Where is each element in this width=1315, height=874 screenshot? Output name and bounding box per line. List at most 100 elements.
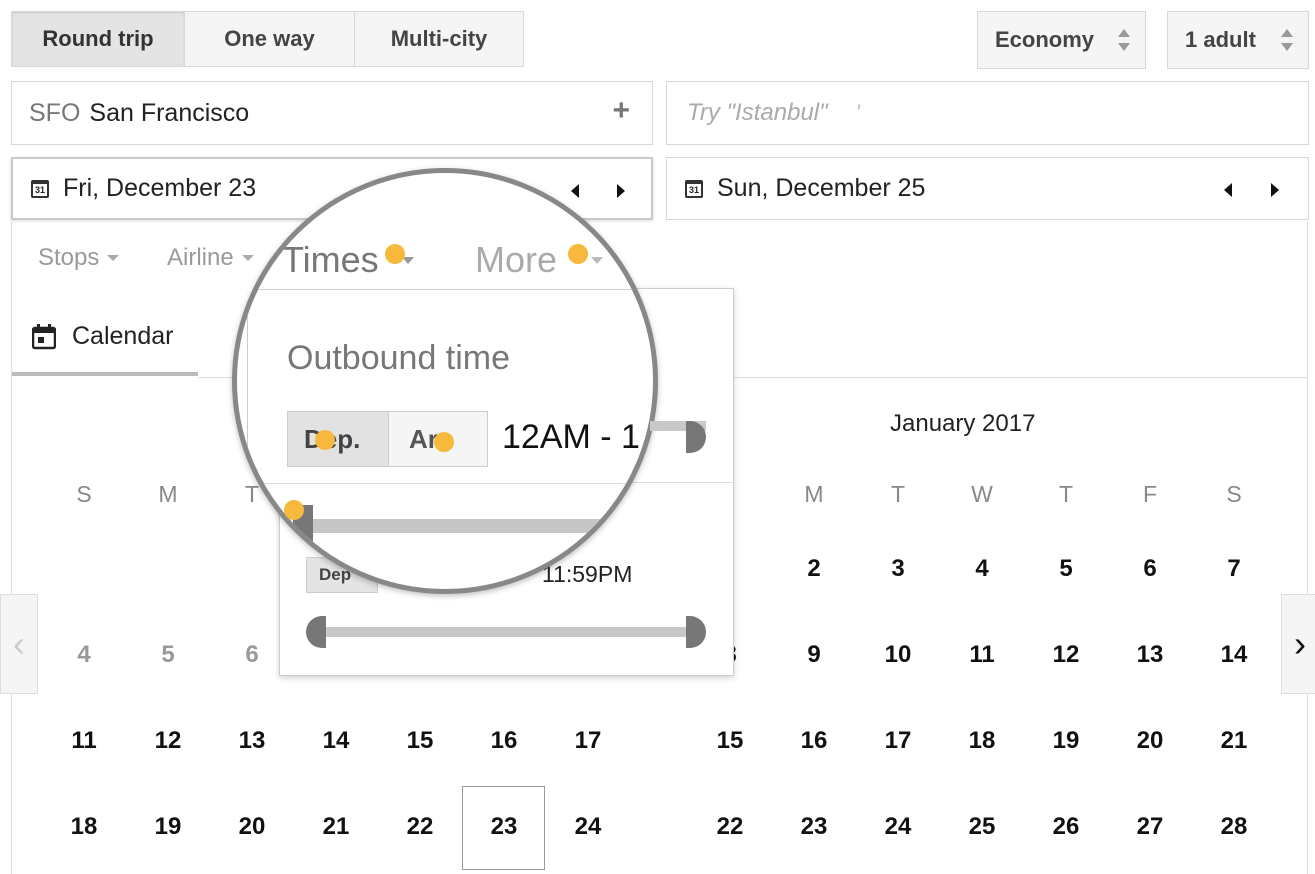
calendar-day[interactable]: 5 xyxy=(128,641,208,669)
one-way-tab[interactable]: One way xyxy=(184,11,355,67)
calendar-day[interactable]: 19 xyxy=(1026,727,1106,755)
calendar-day[interactable]: 13 xyxy=(1110,641,1190,669)
calendar-day[interactable]: 28 xyxy=(1194,813,1274,841)
cabin-value: Economy xyxy=(995,27,1095,52)
month-title-right: January 2017 xyxy=(890,410,1036,437)
calendar-icon: 31 xyxy=(31,179,49,198)
calendar-tab-icon xyxy=(32,323,56,349)
calendar-day[interactable]: 5 xyxy=(1026,555,1106,583)
calendar-day[interactable]: 25 xyxy=(942,813,1022,841)
outbound-slider-track[interactable] xyxy=(301,519,653,533)
calendar-day[interactable]: 19 xyxy=(128,813,208,841)
origin-city: San Francisco xyxy=(89,98,250,127)
calendar-day[interactable]: 26 xyxy=(1026,813,1106,841)
calendar-day[interactable]: 18 xyxy=(44,813,124,841)
calendar-day[interactable]: 7 xyxy=(1194,555,1274,583)
magnifier-lens: Times More Outbound time Dep. Arr. 12AM … xyxy=(232,168,658,594)
destination-input[interactable]: Try "Istanbul" xyxy=(687,99,828,127)
outbound-time-range: 12AM - 1 xyxy=(502,418,640,456)
weekday-header: M xyxy=(804,481,824,507)
airline-label: Airline xyxy=(167,244,234,271)
calendar-day[interactable]: 17 xyxy=(858,727,938,755)
return-date-value: Sun, December 25 xyxy=(717,174,926,202)
weekday-header: T xyxy=(890,481,906,507)
updown-icon xyxy=(1281,29,1293,51)
popup-top-edge xyxy=(247,289,653,290)
calendar-day[interactable]: 21 xyxy=(1194,727,1274,755)
calendar-day[interactable]: 17 xyxy=(548,727,628,755)
calendar-day[interactable]: 12 xyxy=(128,727,208,755)
cabin-select[interactable]: Economy xyxy=(977,11,1146,69)
selected-date-outline xyxy=(462,786,545,870)
stops-label: Stops xyxy=(38,244,100,271)
return-slider-track[interactable] xyxy=(316,627,696,637)
weekday-header: F xyxy=(1142,481,1158,507)
calendar-day[interactable]: 11 xyxy=(942,641,1022,669)
calendar-day[interactable]: 15 xyxy=(380,727,460,755)
origin-field[interactable]: SFO San Francisco + xyxy=(11,81,653,145)
popup-left-edge xyxy=(247,289,248,589)
caret-icon xyxy=(591,257,603,264)
prev-month-button[interactable]: ‹ xyxy=(0,594,38,694)
destination-field[interactable]: Try "Istanbul" ' xyxy=(666,81,1309,145)
popup-section-divider xyxy=(247,483,653,484)
calendar-tab-underline xyxy=(12,372,198,376)
weekday-header: T xyxy=(1058,481,1074,507)
next-date-icon[interactable] xyxy=(1271,183,1279,197)
calendar-day[interactable]: 14 xyxy=(296,727,376,755)
highlight-dot xyxy=(434,432,454,452)
calendar-day[interactable]: 21 xyxy=(296,813,376,841)
calendar-day[interactable]: 22 xyxy=(380,813,460,841)
origin-code: SFO xyxy=(29,98,81,127)
calendar-day[interactable]: 24 xyxy=(858,813,938,841)
departure-toggle[interactable]: Dep. xyxy=(287,411,389,467)
calendar-day[interactable]: 16 xyxy=(464,727,544,755)
calendar-day[interactable]: 13 xyxy=(212,727,292,755)
calendar-day[interactable]: 6 xyxy=(1110,555,1190,583)
calendar-day[interactable]: 18 xyxy=(942,727,1022,755)
add-origin-button[interactable]: + xyxy=(612,94,630,128)
calendar-day[interactable]: 20 xyxy=(212,813,292,841)
calendar-day[interactable]: 3 xyxy=(858,555,938,583)
calendar-day[interactable]: 24 xyxy=(548,813,628,841)
weekday-header: S xyxy=(76,481,92,507)
highlight-dot xyxy=(284,500,304,520)
round-trip-tab[interactable]: Round trip xyxy=(11,11,185,67)
updown-icon xyxy=(1118,29,1130,51)
calendar-day[interactable]: 4 xyxy=(942,555,1022,583)
calendar-day[interactable]: 2 xyxy=(774,555,854,583)
calendar-tab-label: Calendar xyxy=(72,322,174,350)
highlight-dot xyxy=(315,430,335,450)
return-date-field[interactable]: 31 Sun, December 25 xyxy=(666,157,1309,220)
calendar-day[interactable]: 20 xyxy=(1110,727,1190,755)
caret-icon xyxy=(107,255,120,261)
depart-date-value: Fri, December 23 xyxy=(63,174,257,202)
multi-city-tab[interactable]: Multi-city xyxy=(354,11,524,67)
calendar-tab[interactable]: Calendar xyxy=(32,322,173,351)
next-month-button[interactable]: › xyxy=(1281,594,1315,694)
calendar-day[interactable]: 15 xyxy=(690,727,770,755)
calendar-day[interactable]: 4 xyxy=(44,641,124,669)
weekday-header: S xyxy=(1226,481,1242,507)
stops-filter[interactable]: Stops xyxy=(38,244,120,272)
calendar-day[interactable]: 9 xyxy=(774,641,854,669)
prev-date-icon[interactable] xyxy=(1224,183,1232,197)
text-cursor: ' xyxy=(855,100,860,125)
more-filter[interactable]: More xyxy=(475,239,557,281)
calendar-day[interactable]: 11 xyxy=(44,727,124,755)
calendar-day[interactable]: 14 xyxy=(1194,641,1274,669)
calendar-day[interactable]: 10 xyxy=(858,641,938,669)
highlight-dot xyxy=(568,244,588,264)
calendar-icon: 31 xyxy=(685,179,703,198)
outbound-time-title: Outbound time xyxy=(287,339,511,377)
calendar-day[interactable]: 16 xyxy=(774,727,854,755)
times-filter[interactable]: Times xyxy=(282,239,379,281)
passengers-value: 1 adult xyxy=(1185,27,1256,52)
calendar-day[interactable]: 23 xyxy=(774,813,854,841)
calendar-day[interactable]: 12 xyxy=(1026,641,1106,669)
passengers-select[interactable]: 1 adult xyxy=(1167,11,1309,69)
highlight-dot xyxy=(385,244,405,264)
calendar-day[interactable]: 27 xyxy=(1110,813,1190,841)
weekday-header: W xyxy=(971,481,993,507)
calendar-day[interactable]: 22 xyxy=(690,813,770,841)
